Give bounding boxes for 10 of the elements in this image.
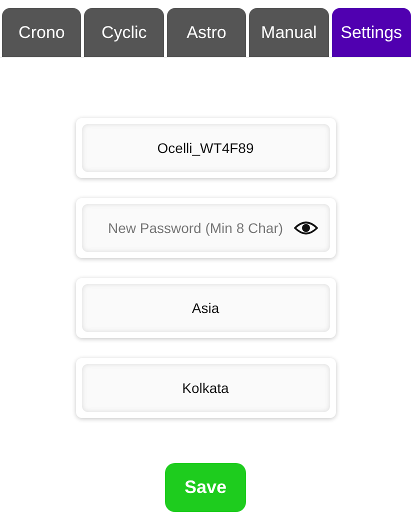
tab[interactable]: Crono xyxy=(2,8,82,57)
tab[interactable]: Settings xyxy=(332,8,411,57)
tab[interactable]: Manual xyxy=(249,8,329,57)
tab[interactable]: Cyclic xyxy=(84,8,164,57)
input-field[interactable]: Kolkata xyxy=(82,364,330,412)
input-field[interactable]: Ocelli_WT4F89 xyxy=(82,124,330,172)
password-field[interactable]: New Password (Min 8 Char) xyxy=(82,204,330,252)
input-field[interactable]: Asia xyxy=(82,284,330,332)
tab[interactable]: Astro xyxy=(166,8,246,57)
eye-icon[interactable] xyxy=(294,221,318,235)
